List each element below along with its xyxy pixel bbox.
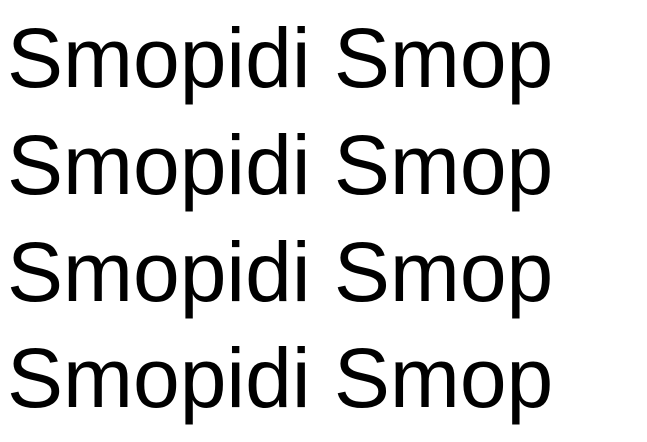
text-line-4: Smopidi Smop	[7, 331, 554, 425]
text-line-2: Smopidi Smop	[7, 118, 554, 212]
text-line-3: Smopidi Smop	[7, 225, 554, 319]
text-line-1: Smopidi Smop	[7, 11, 554, 105]
text-sample-page: Smopidi Smop Smopidi Smop Smopidi Smop S…	[0, 0, 647, 442]
